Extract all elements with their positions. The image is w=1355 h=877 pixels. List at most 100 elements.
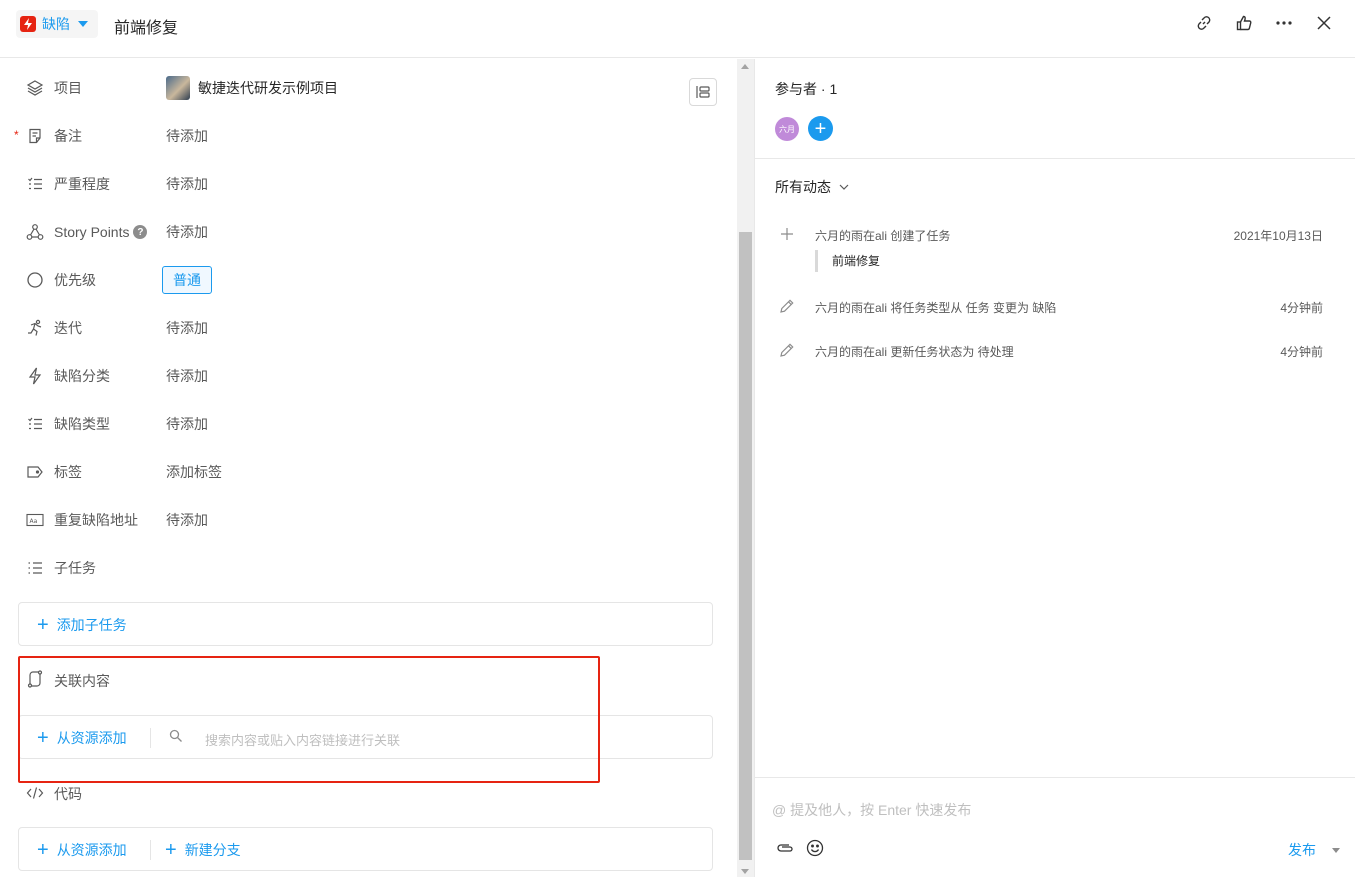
chevron-down-icon bbox=[78, 21, 88, 27]
activity-time: 4分钟前 bbox=[1280, 345, 1323, 359]
tag-icon bbox=[26, 463, 44, 481]
task-type-label: 缺陷 bbox=[42, 16, 70, 32]
field-priority: 优先级 普通 bbox=[26, 266, 716, 294]
tags-value[interactable]: 添加标签 bbox=[166, 462, 222, 482]
comment-input[interactable]: @ 提及他人，按 Enter 快速发布 bbox=[772, 800, 971, 820]
svg-text:Aa: Aa bbox=[30, 518, 38, 525]
circle-icon bbox=[26, 271, 44, 289]
activity-time: 2021年10月13日 bbox=[1233, 229, 1323, 243]
divider bbox=[755, 158, 1355, 159]
plus-icon: + bbox=[165, 839, 177, 861]
field-label: 重复缺陷地址 bbox=[54, 512, 138, 528]
field-dup-url: Aa 重复缺陷地址 待添加 bbox=[26, 508, 716, 532]
field-label: 标签 bbox=[54, 464, 82, 480]
field-label: Story Points ? bbox=[54, 224, 148, 240]
task-type-dropdown[interactable]: 缺陷 bbox=[16, 10, 98, 38]
participants-label: 参与者 · 1 bbox=[775, 81, 838, 97]
activity-filter-dropdown[interactable]: 所有动态 bbox=[775, 177, 849, 197]
bug-type-value[interactable]: 待添加 bbox=[166, 414, 208, 434]
activity-filter-label: 所有动态 bbox=[775, 179, 831, 195]
chevron-down-icon[interactable] bbox=[1332, 847, 1340, 853]
publish-label: 发布 bbox=[1288, 842, 1316, 858]
scroll-up-arrow[interactable] bbox=[741, 64, 749, 69]
project-thumbnail bbox=[166, 76, 190, 100]
plus-icon: + bbox=[37, 614, 49, 636]
code-section-title: 代码 bbox=[26, 784, 82, 804]
project-name: 敏捷迭代研发示例项目 bbox=[198, 80, 338, 96]
scroll-thumb[interactable] bbox=[739, 232, 752, 860]
code-add-label: 从资源添加 bbox=[56, 842, 127, 858]
divider bbox=[150, 840, 151, 860]
layers-icon bbox=[26, 79, 44, 97]
header-bar: 缺陷 前端修复 bbox=[0, 0, 1355, 58]
activity-text: 六月的雨在ali 将任务类型从 任务 变更为 缺陷 bbox=[815, 301, 1057, 315]
note-icon bbox=[26, 127, 44, 145]
highlight-box bbox=[18, 656, 600, 783]
field-bug-type: 缺陷类型 待添加 bbox=[26, 412, 716, 436]
publish-button[interactable]: 发布 bbox=[1288, 840, 1340, 860]
code-add-from-resource-button[interactable]: + 从资源添加 bbox=[37, 840, 127, 860]
sprint-value[interactable]: 待添加 bbox=[166, 318, 208, 338]
field-subtasks: 子任务 bbox=[26, 556, 716, 580]
pencil-icon bbox=[779, 342, 795, 358]
code-label: 代码 bbox=[54, 786, 82, 802]
text-box-icon: Aa bbox=[26, 511, 44, 529]
story-points-label: Story Points bbox=[54, 224, 130, 240]
story-points-value[interactable]: 待添加 bbox=[166, 222, 208, 242]
priority-value[interactable]: 普通 bbox=[162, 266, 212, 294]
priority-tag[interactable]: 普通 bbox=[162, 266, 212, 294]
required-marker: * bbox=[14, 128, 19, 142]
lightning-icon bbox=[26, 367, 44, 385]
pencil-icon bbox=[779, 298, 795, 314]
new-branch-label: 新建分支 bbox=[184, 842, 241, 858]
code-icon bbox=[26, 786, 44, 803]
chevron-down-icon bbox=[839, 184, 849, 190]
field-tags: 标签 添加标签 bbox=[26, 460, 716, 484]
code-box: + 从资源添加 + 新建分支 bbox=[18, 827, 713, 871]
activity-panel: 参与者 · 1 六月 + 所有动态 六月的雨在ali 创建了任务 2021年10… bbox=[755, 59, 1355, 877]
field-note: * 备注 待添加 bbox=[14, 124, 716, 148]
list-check-icon bbox=[26, 415, 44, 433]
task-title[interactable]: 前端修复 bbox=[114, 14, 178, 38]
subtask-box: + 添加子任务 bbox=[18, 602, 713, 646]
project-value[interactable]: 敏捷迭代研发示例项目 bbox=[166, 76, 338, 100]
activity-quote: 前端修复 bbox=[815, 250, 880, 272]
new-branch-button[interactable]: + 新建分支 bbox=[165, 840, 241, 860]
close-icon[interactable] bbox=[1315, 12, 1333, 34]
field-label: 缺陷类型 bbox=[54, 416, 110, 432]
divider bbox=[755, 777, 1355, 778]
task-detail-panel: 项目 敏捷迭代研发示例项目 * 备注 待添加 严重程度 待添加 Story Po… bbox=[0, 59, 737, 877]
field-label: 严重程度 bbox=[54, 176, 110, 192]
add-subtask-button[interactable]: + 添加子任务 bbox=[37, 615, 127, 635]
note-value[interactable]: 待添加 bbox=[166, 126, 208, 146]
list-icon bbox=[26, 559, 44, 577]
more-icon[interactable] bbox=[1275, 12, 1293, 34]
attachment-icon[interactable] bbox=[775, 838, 795, 858]
list-check-icon bbox=[26, 175, 44, 193]
field-sprint: 迭代 待添加 bbox=[26, 316, 716, 340]
plus-icon bbox=[779, 226, 795, 242]
bug-category-value[interactable]: 待添加 bbox=[166, 366, 208, 386]
field-label: 优先级 bbox=[54, 272, 96, 288]
field-bug-category: 缺陷分类 待添加 bbox=[26, 364, 716, 388]
avatar[interactable]: 六月 bbox=[775, 117, 799, 141]
add-participant-button[interactable]: + bbox=[808, 116, 833, 141]
scrollbar[interactable] bbox=[737, 59, 754, 877]
severity-value[interactable]: 待添加 bbox=[166, 174, 208, 194]
field-label: 备注 bbox=[54, 128, 82, 144]
activity-text: 六月的雨在ali 创建了任务 bbox=[815, 229, 951, 243]
runner-icon bbox=[26, 319, 44, 337]
dup-url-value[interactable]: 待添加 bbox=[166, 510, 208, 530]
help-icon[interactable]: ? bbox=[133, 225, 148, 239]
plus-icon: + bbox=[37, 839, 49, 861]
thumbs-up-icon[interactable] bbox=[1235, 12, 1253, 34]
bug-type-icon bbox=[20, 16, 36, 32]
link-icon[interactable] bbox=[1195, 12, 1213, 34]
nodes-icon bbox=[26, 223, 44, 241]
field-project: 项目 敏捷迭代研发示例项目 bbox=[26, 76, 716, 100]
emoji-icon[interactable] bbox=[805, 838, 825, 858]
field-label: 子任务 bbox=[54, 560, 96, 576]
activity-time: 4分钟前 bbox=[1280, 301, 1323, 315]
field-label: 缺陷分类 bbox=[54, 368, 110, 384]
scroll-down-arrow[interactable] bbox=[741, 869, 749, 874]
